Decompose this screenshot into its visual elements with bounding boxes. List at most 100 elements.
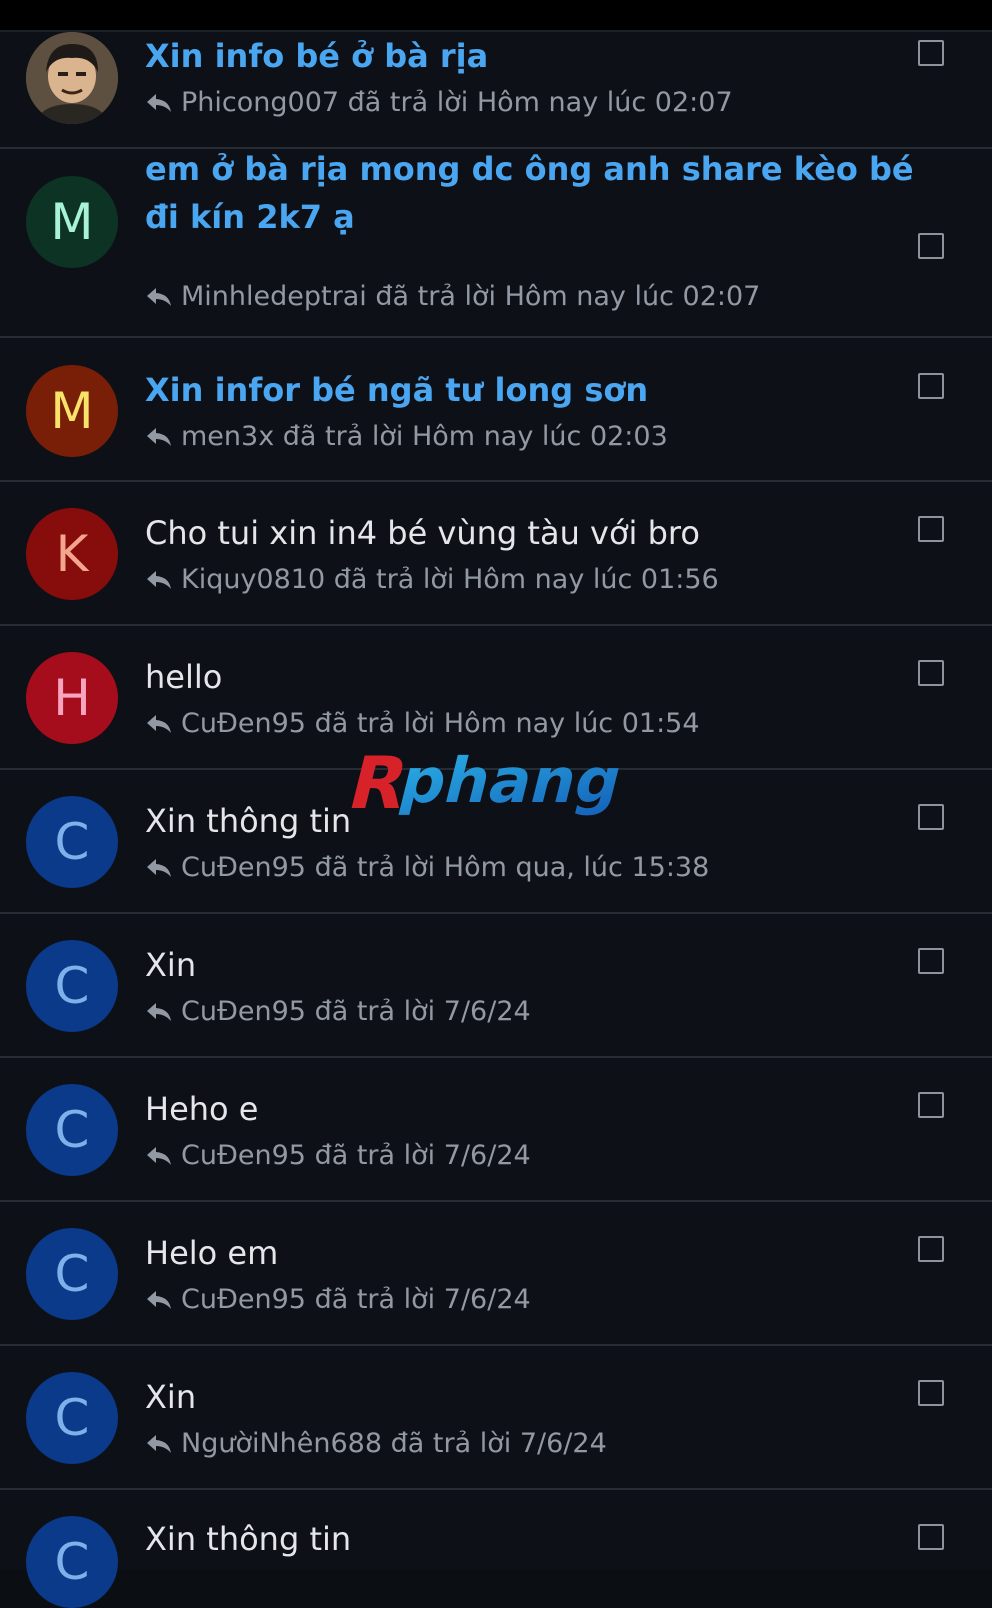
conversation-row[interactable]: C Xin thông tin CuĐen95 đã trả lời Hôm qua… — [0, 770, 992, 914]
avatar[interactable]: C — [26, 1084, 118, 1176]
reply-icon — [147, 428, 171, 446]
user-photo-icon — [26, 32, 118, 124]
conversation-title[interactable]: hello — [145, 653, 922, 701]
conversation-title[interactable]: Xin info bé ở bà rịa — [145, 32, 922, 80]
reply-time: Hôm nay lúc 01:56 — [462, 564, 719, 595]
reply-username[interactable]: Minhledeptrai — [181, 280, 367, 314]
reply-username[interactable]: NgườiNhên688 — [181, 1427, 382, 1461]
last-reply-info: Phicong007 đã trả lời Hôm nay lúc 02:07 — [145, 86, 733, 120]
reply-time: 7/6/24 — [443, 1284, 531, 1315]
reply-icon — [147, 1435, 171, 1453]
select-checkbox[interactable] — [918, 516, 944, 542]
avatar[interactable]: C — [26, 796, 118, 888]
conversation-title[interactable]: Xin thông tin — [145, 1515, 922, 1563]
reply-text: đã trả lời — [333, 564, 455, 595]
reply-time: Hôm nay lúc 02:07 — [476, 87, 733, 118]
select-checkbox[interactable] — [918, 40, 944, 66]
reply-time: Hôm nay lúc 02:03 — [411, 421, 668, 452]
conversation-row[interactable]: C Heho e CuĐen95 đã trả lời 7/6/24 — [0, 1058, 992, 1202]
reply-icon — [147, 1147, 171, 1165]
reply-username[interactable]: Phicong007 — [181, 86, 339, 120]
reply-username[interactable]: CuĐen95 — [181, 1139, 306, 1173]
conversation-title[interactable]: Xin — [145, 941, 922, 989]
select-checkbox[interactable] — [918, 1236, 944, 1262]
avatar-letter: H — [53, 669, 91, 727]
avatar-letter: C — [54, 1389, 90, 1447]
conversation-row[interactable]: M Xin infor bé ngã tư long sơn men3x đã tr… — [0, 338, 992, 482]
conversation-title[interactable]: Xin thông tin — [145, 797, 922, 845]
reply-text: đã trả lời — [314, 852, 436, 883]
reply-icon — [147, 1291, 171, 1309]
conversation-row[interactable]: Mem ở bà rịa mong dc ông anh share kèo b… — [0, 149, 992, 338]
conversation-row[interactable]: K Cho tui xin in4 bé vùng tàu với bro Kiqu… — [0, 482, 992, 626]
reply-text: đã trả lời — [314, 996, 436, 1027]
reply-icon — [147, 571, 171, 589]
avatar-letter: M — [50, 382, 94, 440]
last-reply-info: CuĐen95 đã trả lời 7/6/24 — [145, 1139, 531, 1173]
select-checkbox[interactable] — [918, 373, 944, 399]
conversation-row[interactable]: C Xin NgườiNhên688 đã trả lời 7/6/24 — [0, 1346, 992, 1490]
select-checkbox[interactable] — [918, 804, 944, 830]
select-checkbox[interactable] — [918, 1092, 944, 1118]
conversation-title[interactable]: Helo em — [145, 1229, 922, 1277]
conversation-row[interactable]: C Xin thông tin — [0, 1490, 992, 1608]
last-reply-info: CuĐen95 đã trả lời 7/6/24 — [145, 1283, 531, 1317]
reply-text: đã trả lời — [282, 421, 404, 452]
last-reply-info: men3x đã trả lời Hôm nay lúc 02:03 — [145, 420, 668, 454]
reply-time: 7/6/24 — [443, 996, 531, 1027]
avatar-letter: C — [54, 1245, 90, 1303]
select-checkbox[interactable] — [918, 233, 944, 259]
conversation-row[interactable]: Xin info bé ở bà rịa Phicong007 đã trả lờ… — [0, 32, 992, 149]
avatar[interactable]: M — [26, 365, 118, 457]
reply-username[interactable]: CuĐen95 — [181, 1283, 306, 1317]
reply-icon — [147, 94, 171, 112]
reply-username[interactable]: CuĐen95 — [181, 707, 306, 741]
reply-icon — [147, 1003, 171, 1021]
select-checkbox[interactable] — [918, 660, 944, 686]
reply-time: Hôm nay lúc 01:54 — [443, 708, 700, 739]
conversation-title[interactable]: Xin infor bé ngã tư long sơn — [145, 366, 922, 414]
reply-username[interactable]: CuĐen95 — [181, 995, 306, 1029]
select-checkbox[interactable] — [918, 948, 944, 974]
reply-username[interactable]: men3x — [181, 420, 274, 454]
reply-icon — [147, 859, 171, 877]
reply-time: 7/6/24 — [519, 1428, 607, 1459]
last-reply-info: NgườiNhên688 đã trả lời 7/6/24 — [145, 1427, 607, 1461]
conversation-row[interactable]: Hhello CuĐen95 đã trả lời Hôm nay lúc 01:… — [0, 626, 992, 770]
avatar[interactable]: C — [26, 1228, 118, 1320]
conversation-title[interactable]: Heho e — [145, 1085, 922, 1133]
last-reply-info: Minhledeptrai đã trả lời Hôm nay lúc 02:… — [145, 280, 760, 314]
reply-time: Hôm nay lúc 02:07 — [504, 281, 761, 312]
conversation-title[interactable]: Xin — [145, 1373, 922, 1421]
reply-username[interactable]: CuĐen95 — [181, 851, 306, 885]
reply-text: đã trả lời — [347, 87, 469, 118]
reply-text: đã trả lời — [314, 708, 436, 739]
avatar[interactable]: C — [26, 1372, 118, 1464]
avatar[interactable]: M — [26, 176, 118, 268]
conversation-title[interactable]: Cho tui xin in4 bé vùng tàu với bro — [145, 509, 922, 557]
avatar-letter: C — [54, 957, 90, 1015]
conversation-row[interactable]: C Xin CuĐen95 đã trả lời 7/6/24 — [0, 914, 992, 1058]
select-checkbox[interactable] — [918, 1380, 944, 1406]
avatar-letter: M — [50, 193, 94, 251]
last-reply-info: CuĐen95 đã trả lời Hôm nay lúc 01:54 — [145, 707, 700, 741]
avatar[interactable]: K — [26, 508, 118, 600]
conversation-title[interactable]: em ở bà rịa mong dc ông anh share kèo bé… — [145, 145, 922, 241]
reply-text: đã trả lời — [314, 1140, 436, 1171]
avatar[interactable]: C — [26, 940, 118, 1032]
last-reply-info: Kiquy0810 đã trả lời Hôm nay lúc 01:56 — [145, 563, 719, 597]
reply-text: đã trả lời — [390, 1428, 512, 1459]
conversation-row[interactable]: C Helo em CuĐen95 đã trả lời 7/6/24 — [0, 1202, 992, 1346]
conversation-list: Xin info bé ở bà rịa Phicong007 đã trả lờ… — [0, 32, 992, 1608]
reply-icon — [147, 715, 171, 733]
avatar[interactable]: C — [26, 1516, 118, 1608]
status-bar — [0, 0, 992, 32]
reply-text: đã trả lời — [375, 281, 496, 312]
avatar-letter: K — [55, 525, 89, 583]
avatar[interactable] — [26, 32, 118, 124]
reply-text: đã trả lời — [314, 1284, 436, 1315]
select-checkbox[interactable] — [918, 1524, 944, 1550]
reply-icon — [147, 288, 171, 306]
reply-username[interactable]: Kiquy0810 — [181, 563, 325, 597]
avatar[interactable]: H — [26, 652, 118, 744]
